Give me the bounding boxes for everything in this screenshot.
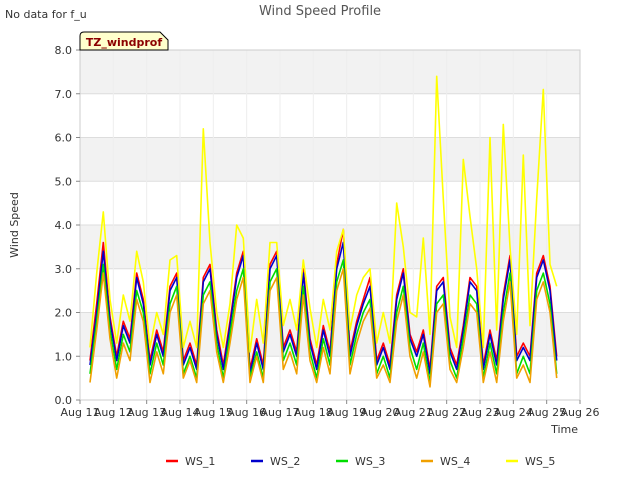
series-line-ws-5 [89, 75, 558, 353]
plot-band [80, 50, 580, 94]
legend: WS_1 WS_2 WS_3 WS_4 WS_5 [166, 455, 555, 468]
y-tick-label: 7.0 [55, 88, 73, 101]
legend-label: WS_3 [355, 455, 385, 468]
badge-label: TZ_windprof [86, 36, 162, 49]
y-tick-label: 4.0 [55, 219, 73, 232]
chart-title: Wind Speed Profile [259, 4, 381, 19]
y-tick-label: 2.0 [55, 307, 73, 320]
y-tick-label: 8.0 [55, 44, 73, 57]
y-tick-label: 6.0 [55, 132, 73, 145]
x-axis-label: Time [550, 423, 578, 436]
legend-label: WS_1 [185, 455, 215, 468]
x-tick-label: Aug 26 [561, 406, 600, 419]
legend-label: WS_4 [440, 455, 470, 468]
no-data-note: No data for f_u [5, 8, 87, 21]
plot-band [80, 225, 580, 269]
legend-label: WS_5 [525, 455, 555, 468]
y-axis-label: Wind Speed [8, 192, 21, 258]
legend-label: WS_2 [270, 455, 300, 468]
site-badge: TZ_windprof [79, 31, 169, 51]
x-axis: Aug 11Aug 12Aug 13Aug 14Aug 15Aug 16Aug … [61, 400, 600, 419]
wind-speed-chart: No data for f_u Wind Speed Profile 0.01.… [5, 4, 600, 468]
y-tick-label: 3.0 [55, 263, 73, 276]
y-axis: 0.01.02.03.04.05.06.07.08.0 [55, 44, 80, 407]
y-tick-label: 1.0 [55, 350, 73, 363]
y-tick-label: 5.0 [55, 175, 73, 188]
